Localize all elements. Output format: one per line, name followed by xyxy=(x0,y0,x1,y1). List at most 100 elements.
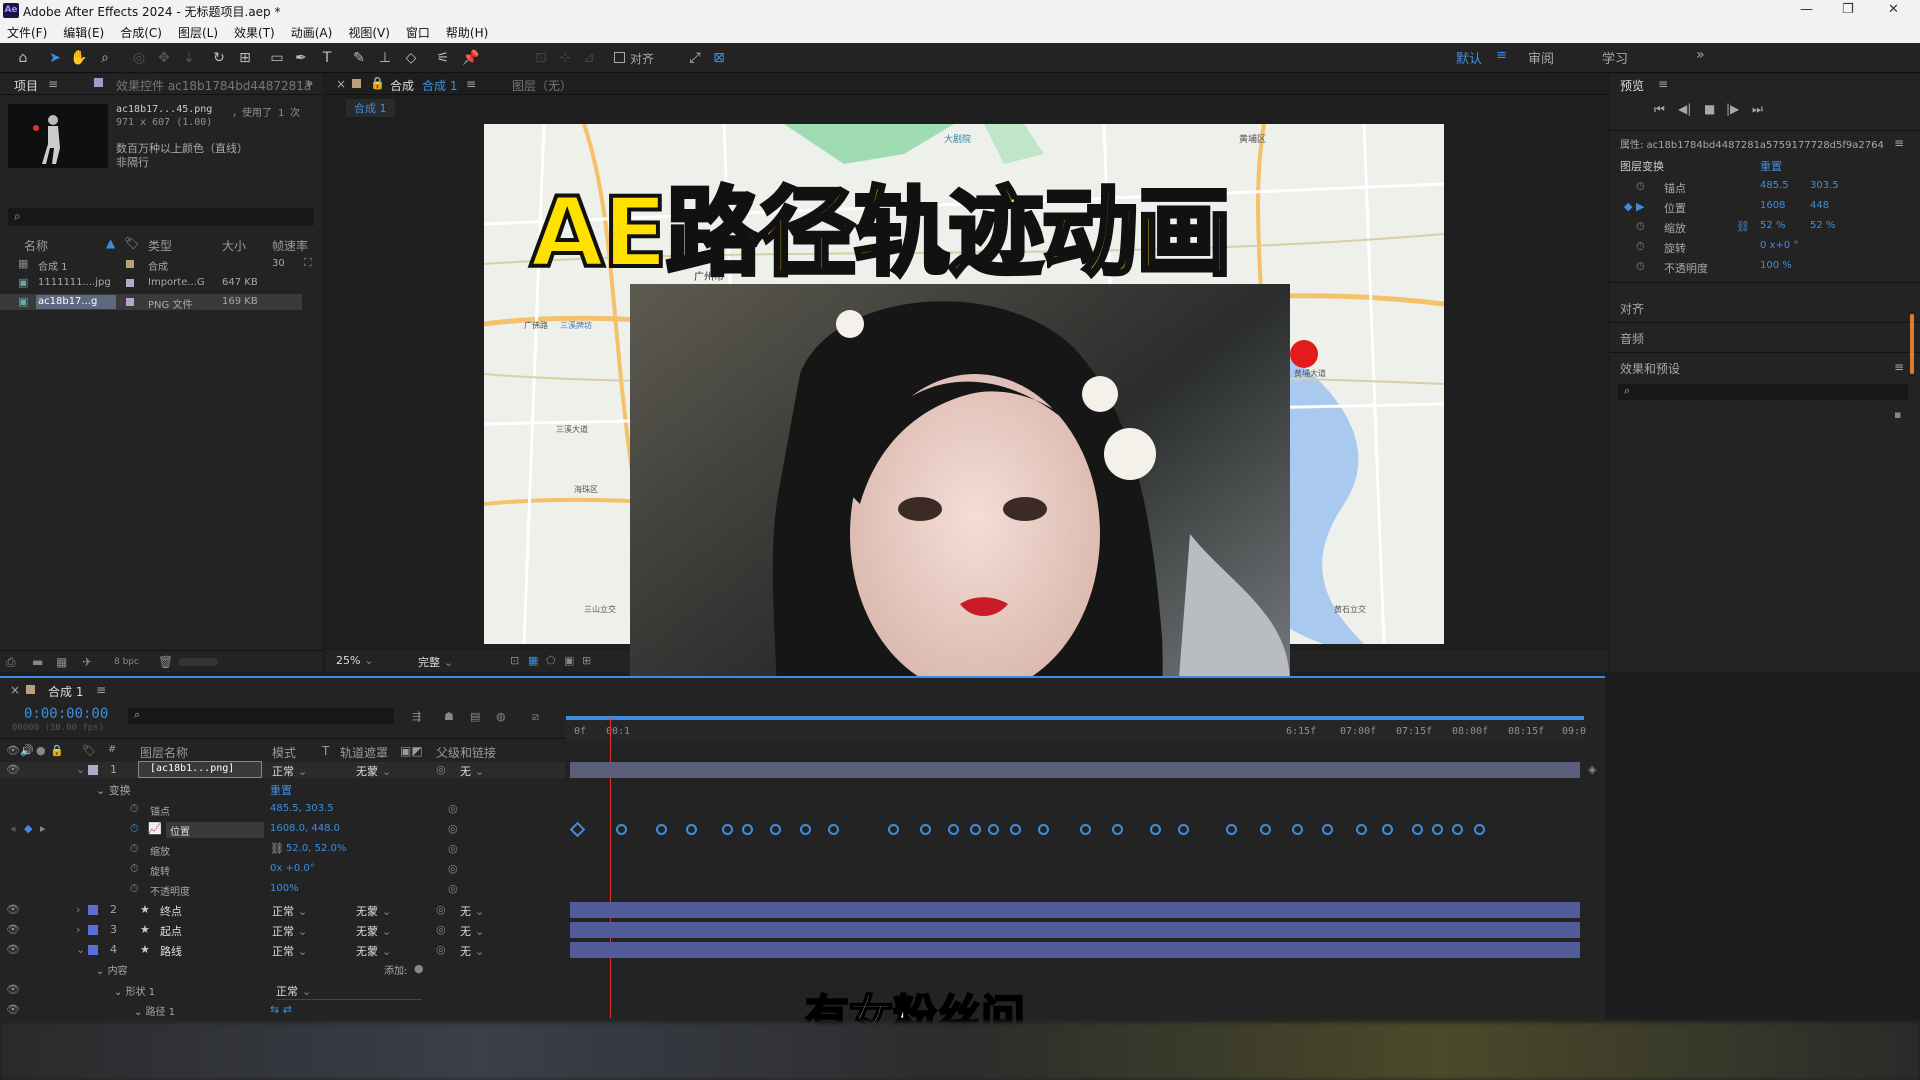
effects-menu-icon[interactable]: ≡ xyxy=(1894,360,1904,374)
stopwatch-icon[interactable]: ⏱ xyxy=(1636,180,1645,194)
reset-transform[interactable]: 重置 xyxy=(270,782,292,798)
motion-blur-icon[interactable]: ◍ xyxy=(496,710,506,723)
twirl-down-icon[interactable]: ⌄ xyxy=(76,763,85,776)
dolly-tool-icon[interactable]: ⇣ xyxy=(180,49,198,67)
menu-composition[interactable]: 合成(C) xyxy=(120,24,162,41)
col-track-matte[interactable]: 轨道遮罩 xyxy=(340,744,388,761)
expression-icon[interactable]: ◎ xyxy=(448,822,458,835)
scrollbar-thumb[interactable] xyxy=(1910,314,1914,374)
stop-icon[interactable]: ■ xyxy=(1704,102,1715,116)
property-row[interactable]: ⏱ 旋转 0x +0.0° ◎ xyxy=(130,862,565,878)
layer-duration-bar[interactable] xyxy=(570,902,1580,918)
current-timecode[interactable]: 0:00:00:00 xyxy=(24,706,108,722)
frame-blend-icon[interactable]: ▤ xyxy=(470,710,480,723)
comp-breadcrumb[interactable]: 合成 1 xyxy=(346,99,395,117)
last-frame-icon[interactable]: ⏭ xyxy=(1752,102,1763,117)
properties-menu-icon[interactable]: ≡ xyxy=(1894,136,1904,150)
graph-editor-icon[interactable]: ⧄ xyxy=(532,710,539,724)
col-parent[interactable]: 父级和链接 xyxy=(436,744,496,761)
keyframe-marker[interactable] xyxy=(828,824,839,835)
pickwhip-icon[interactable]: ◎ xyxy=(436,923,446,936)
layer-row[interactable]: 👁 › 2 ★ 终点 正常 无蒙 ◎ 无 xyxy=(0,902,565,918)
pickwhip-icon[interactable]: ◎ xyxy=(436,763,446,776)
axis-local-icon[interactable]: ⊡ xyxy=(532,49,550,67)
trash-icon[interactable]: 🗑 xyxy=(158,655,173,669)
keyframe-marker[interactable] xyxy=(1356,824,1367,835)
menu-file[interactable]: 文件(F) xyxy=(7,24,47,41)
keyframe-marker[interactable] xyxy=(1412,824,1423,835)
shy-layers-icon[interactable]: ☗ xyxy=(444,710,454,723)
menu-edit[interactable]: 编辑(E) xyxy=(63,24,104,41)
fit-icon[interactable]: ⊡ xyxy=(510,654,519,667)
project-search-input[interactable]: ⌕ xyxy=(8,208,314,226)
keyframe-marker[interactable] xyxy=(1382,824,1393,835)
add-icon[interactable]: ● xyxy=(414,962,424,975)
layer-duration-bar[interactable] xyxy=(570,922,1580,938)
anchor-tool-icon[interactable]: ⊞ xyxy=(236,49,254,67)
keyframe-marker[interactable] xyxy=(1038,824,1049,835)
hand-tool-icon[interactable]: ✋ xyxy=(70,49,88,67)
col-name[interactable]: 名称 xyxy=(24,237,48,254)
flowchart-icon[interactable]: ⛶ xyxy=(304,256,312,270)
eye-icon[interactable]: 👁 xyxy=(6,943,20,956)
pan-tool-icon[interactable]: ✥ xyxy=(155,49,173,67)
guides-icon[interactable]: ⊞ xyxy=(582,654,591,667)
stopwatch-icon[interactable]: ⏱ xyxy=(1636,240,1645,254)
expression-icon[interactable]: ◎ xyxy=(448,802,458,815)
close-tab-icon[interactable]: × xyxy=(336,77,346,91)
eraser-tool-icon[interactable]: ◇ xyxy=(402,49,420,67)
workspace-review[interactable]: 审阅 xyxy=(1528,48,1554,67)
close-button[interactable]: ✕ xyxy=(1888,2,1899,17)
path-direction-icon[interactable]: ⇆ ⇄ xyxy=(270,1003,292,1016)
keyframe-marker[interactable] xyxy=(1010,824,1021,835)
stopwatch-icon[interactable]: ⏱ xyxy=(130,862,139,876)
col-mode[interactable]: 模式 xyxy=(272,744,296,761)
solo-icon[interactable]: ● xyxy=(36,744,46,757)
scale-x[interactable]: 52 % xyxy=(1760,220,1785,231)
new-bin-icon[interactable]: ▪ xyxy=(1894,408,1901,421)
text-tool-icon[interactable]: T xyxy=(318,49,336,67)
property-row[interactable]: ⏱ 锚点 485.5, 303.5 ◎ xyxy=(130,802,565,818)
keyframe-marker[interactable] xyxy=(742,824,753,835)
resolution-select[interactable]: 完整 xyxy=(418,654,453,670)
keyframe-marker[interactable] xyxy=(656,824,667,835)
expression-icon[interactable]: ◎ xyxy=(448,862,458,875)
anchor-x[interactable]: 485.5 xyxy=(1760,180,1789,191)
comp-tab-name[interactable]: 合成 1 xyxy=(422,77,457,94)
keyframe-marker[interactable] xyxy=(1432,824,1443,835)
twirl-right-icon[interactable]: › xyxy=(76,923,80,936)
axis-world-icon[interactable]: ⊹ xyxy=(556,49,574,67)
path-row[interactable]: 👁 ⌄ 路径 1 ⇆ ⇄ xyxy=(0,1002,565,1018)
keyframe-marker[interactable] xyxy=(1260,824,1271,835)
keyframe-marker[interactable] xyxy=(948,824,959,835)
keyframe-marker[interactable] xyxy=(888,824,899,835)
expression-icon[interactable]: ◎ xyxy=(448,882,458,895)
brush-tool-icon[interactable]: ✎ xyxy=(350,49,368,67)
keyframe-marker[interactable] xyxy=(1112,824,1123,835)
stopwatch-icon[interactable]: ⏱ xyxy=(130,842,139,856)
reset-link[interactable]: 重置 xyxy=(1760,158,1782,174)
menu-help[interactable]: 帮助(H) xyxy=(446,24,488,41)
menu-effect[interactable]: 效果(T) xyxy=(234,24,275,41)
keyframe-marker[interactable] xyxy=(970,824,981,835)
selection-tool-icon[interactable]: ➤ xyxy=(46,49,64,67)
keyframe-marker[interactable] xyxy=(686,824,697,835)
col-layer-name[interactable]: 图层名称 xyxy=(140,744,188,761)
new-comp-icon[interactable]: ▦ xyxy=(56,655,67,669)
rotate-tool-icon[interactable]: ↻ xyxy=(210,49,228,67)
content-group-row[interactable]: ⌄ 内容 xyxy=(96,962,128,978)
keyframe-marker[interactable] xyxy=(920,824,931,835)
project-item-selected[interactable]: ▣ ac18b17...g PNG 文件 169 KB xyxy=(0,294,302,311)
timeline-tab[interactable]: 合成 1 xyxy=(48,683,83,700)
eye-icon[interactable]: 👁 xyxy=(6,763,20,776)
workspace-learn[interactable]: 学习 xyxy=(1602,48,1628,67)
layer-duration-bar[interactable] xyxy=(570,762,1580,778)
first-frame-icon[interactable]: ⏮ xyxy=(1654,102,1665,117)
keyframe-marker[interactable] xyxy=(616,824,627,835)
rotation-value[interactable]: 0 x+0 ° xyxy=(1760,240,1798,251)
more-workspaces-icon[interactable]: » xyxy=(1696,47,1705,63)
twirl-right-icon[interactable]: › xyxy=(76,903,80,916)
keyframe-marker[interactable] xyxy=(1178,824,1189,835)
menu-animation[interactable]: 动画(A) xyxy=(291,24,333,41)
next-keyframe-icon[interactable]: ▸ xyxy=(40,822,46,835)
